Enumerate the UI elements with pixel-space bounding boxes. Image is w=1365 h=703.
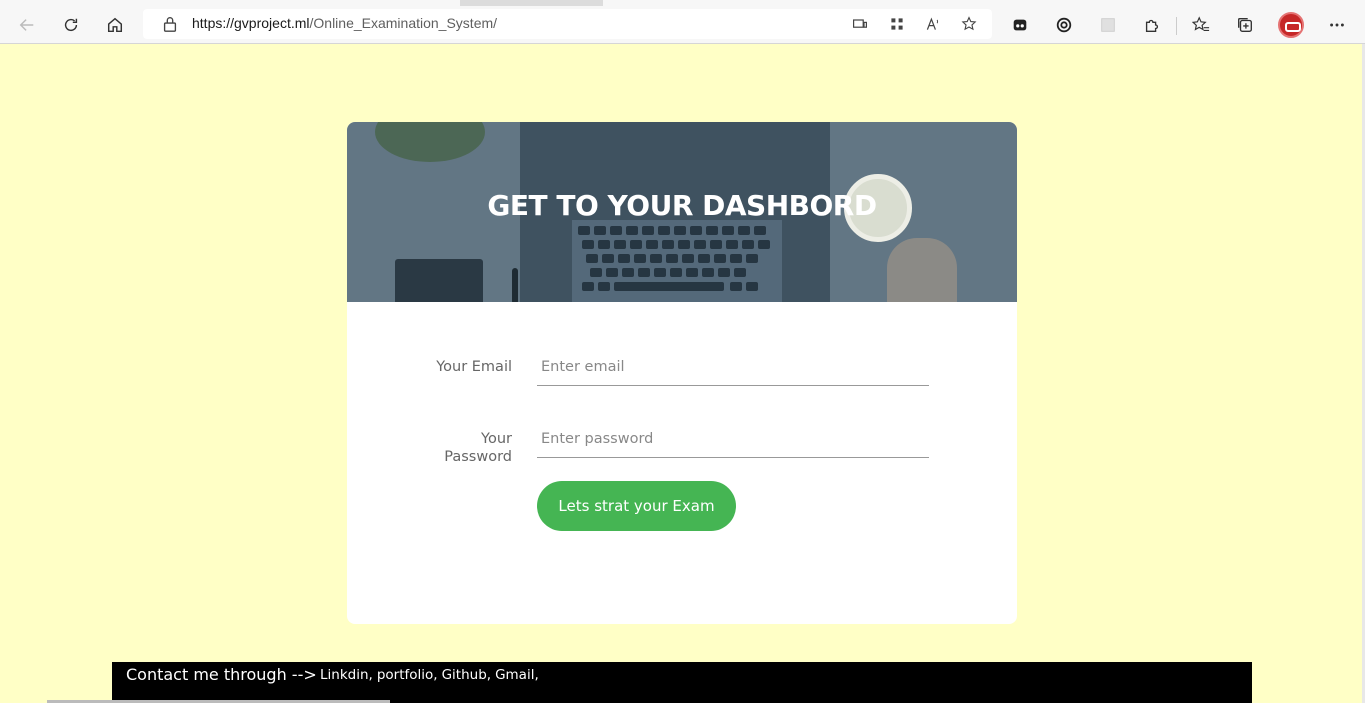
toolbar-separator — [1176, 17, 1177, 35]
email-label: Your Email — [436, 359, 512, 375]
lock-icon[interactable] — [161, 15, 179, 33]
read-aloud-icon[interactable] — [923, 14, 943, 34]
github-link[interactable]: Github, — [442, 667, 491, 683]
password-field[interactable] — [537, 420, 929, 458]
extension-icon[interactable] — [1004, 9, 1036, 41]
portfolio-link[interactable]: portfolio, — [377, 667, 438, 683]
contact-footer: Contact me through --> Linkdin, portfolio… — [112, 662, 1252, 703]
grid-extension-icon[interactable] — [1092, 9, 1124, 41]
url-path: /Online_Examination_System/ — [309, 15, 498, 31]
password-label-line1: Your — [481, 431, 512, 447]
device-icon[interactable] — [850, 14, 870, 34]
apps-icon[interactable] — [887, 14, 907, 34]
back-arrow-icon[interactable] — [11, 9, 43, 41]
dashboard-title: GET TO YOUR DASHBORD — [487, 189, 877, 222]
hand-image — [887, 238, 957, 302]
copilot-icon[interactable] — [1048, 9, 1080, 41]
password-label-line2: Password — [444, 449, 512, 465]
notebook-image — [395, 259, 483, 302]
home-icon[interactable] — [99, 9, 131, 41]
url-text[interactable]: https://gvproject.ml/Online_Examination_… — [192, 15, 497, 31]
puzzle-icon[interactable] — [1136, 9, 1168, 41]
more-icon[interactable] — [1321, 9, 1353, 41]
email-field[interactable] — [537, 348, 929, 386]
refresh-icon[interactable] — [55, 9, 87, 41]
profile-avatar[interactable] — [1278, 12, 1304, 38]
favorites-icon[interactable] — [1185, 9, 1217, 41]
footer-links: Linkdin, portfolio, Github, Gmail, — [320, 667, 543, 683]
plant-image — [375, 122, 485, 162]
linkedin-link[interactable]: Linkdin, — [320, 667, 373, 683]
collections-icon[interactable] — [1229, 9, 1261, 41]
url-host: https://gvproject.ml — [192, 15, 310, 31]
login-card: GET TO YOUR DASHBORD Your Email Your Pas… — [347, 122, 1017, 624]
footer-lead: Contact me through --> — [126, 665, 317, 684]
gmail-link[interactable]: Gmail, — [495, 667, 539, 683]
browser-toolbar: https://gvproject.ml/Online_Examination_… — [0, 6, 1365, 44]
start-exam-button[interactable]: Lets strat your Exam — [537, 481, 736, 531]
keyboard-image — [572, 220, 782, 302]
address-bar[interactable]: https://gvproject.ml/Online_Examination_… — [143, 9, 992, 39]
favorite-add-icon[interactable] — [959, 14, 979, 34]
pen-image — [512, 268, 518, 302]
password-label: Your Password — [402, 430, 512, 466]
dashboard-banner: GET TO YOUR DASHBORD — [347, 122, 1017, 302]
